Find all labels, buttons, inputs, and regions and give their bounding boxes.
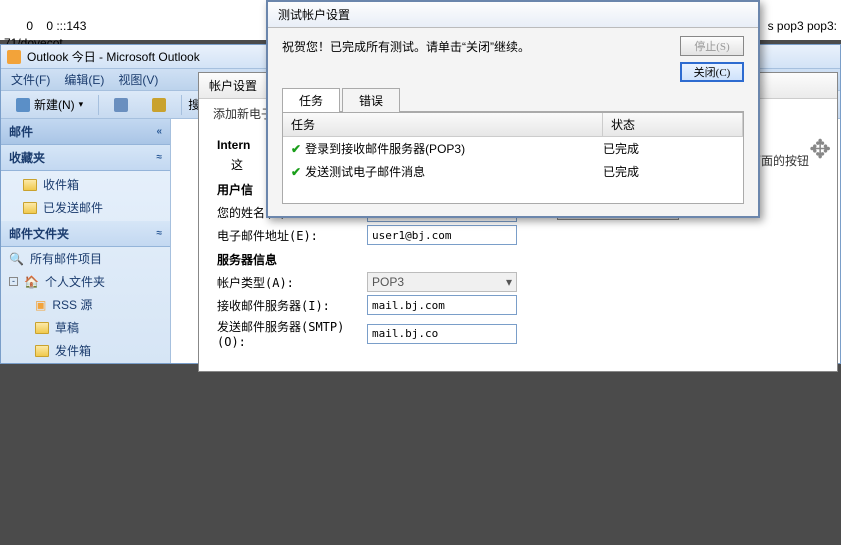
divider <box>98 95 99 115</box>
col-status: 状态 <box>603 113 743 136</box>
favorites-section: 收件箱 已发送邮件 <box>1 171 170 221</box>
outgoing-row: 发送邮件服务器(SMTP)(O): <box>217 318 819 349</box>
menu-edit[interactable]: 编辑(E) <box>64 71 104 88</box>
test-dialog-title: 测试帐户设置 <box>268 2 758 28</box>
success-message: 祝贺您！已完成所有测试。请单击“关闭”继续。 <box>282 38 744 55</box>
outlook-icon <box>7 50 21 64</box>
nav-sent[interactable]: 已发送邮件 <box>1 196 170 219</box>
tabs: 任务 错误 <box>282 87 744 112</box>
chevron-down-icon: ▾ <box>79 99 84 110</box>
divider <box>181 95 182 115</box>
dialog-buttons: 停止(S) 关闭(C) <box>680 36 744 82</box>
type-select[interactable]: POP3 ▾ <box>367 272 517 292</box>
home-icon: 🏠 <box>24 275 39 289</box>
email-row: 电子邮件地址(E): <box>217 225 819 245</box>
folder-icon <box>35 345 49 357</box>
chevron-icon: ≈ <box>157 228 163 239</box>
folder-icon <box>23 179 37 191</box>
task-table: 任务 状态 ✔ 登录到接收邮件服务器(POP3) 已完成 ✔ 发送测试电子邮件消息 … <box>282 112 744 204</box>
table-row: ✔ 发送测试电子邮件消息 已完成 <box>283 160 743 183</box>
chevron-icon: ≈ <box>157 152 163 163</box>
close-dialog-button[interactable]: 关闭(C) <box>680 62 744 82</box>
new-button[interactable]: 新建(N) ▾ <box>7 93 92 116</box>
search-icon: 🔍 <box>9 252 24 266</box>
nav-allitems[interactable]: 🔍 所有邮件项目 <box>1 247 170 270</box>
folder-icon <box>35 322 49 334</box>
status-cell: 已完成 <box>599 139 739 158</box>
type-row: 帐户类型(A): POP3 ▾ <box>217 272 819 292</box>
test-dialog-body: 祝贺您！已完成所有测试。请单击“关闭”继续。 停止(S) 关闭(C) 任务 错误… <box>268 28 758 216</box>
folder-icon <box>23 202 37 214</box>
tab-tasks[interactable]: 任务 <box>282 88 340 112</box>
table-header: 任务 状态 <box>283 113 743 137</box>
drafts-label: 草稿 <box>55 319 79 336</box>
term-right: s pop3 pop3: <box>768 18 837 34</box>
chevron-left-icon: « <box>156 126 162 137</box>
nav-outbox[interactable]: 发件箱 <box>1 339 170 362</box>
rss-icon: ▣ <box>35 298 46 312</box>
task-cell: ✔ 登录到接收邮件服务器(POP3) <box>287 139 599 158</box>
outbox-label: 发件箱 <box>55 342 91 359</box>
nav-drafts[interactable]: 草稿 <box>1 316 170 339</box>
task-cell: ✔ 发送测试电子邮件消息 <box>287 162 599 181</box>
check-icon: ✔ <box>291 165 301 179</box>
window-title: Outlook 今日 - Microsoft Outlook <box>27 48 200 65</box>
nav-inbox[interactable]: 收件箱 <box>1 173 170 196</box>
folders-label: 邮件文件夹 <box>9 225 69 242</box>
minus-icon[interactable]: - <box>9 277 18 286</box>
rss-label: RSS 源 <box>52 296 92 313</box>
test-account-dialog: 测试帐户设置 祝贺您！已完成所有测试。请单击“关闭”继续。 停止(S) 关闭(C… <box>266 0 760 218</box>
menu-view[interactable]: 视图(V) <box>118 71 158 88</box>
allitems-label: 所有邮件项目 <box>30 250 102 267</box>
incoming-input[interactable] <box>367 295 517 315</box>
print-button[interactable] <box>105 95 137 115</box>
sent-label: 已发送邮件 <box>43 199 103 216</box>
nav-personal[interactable]: - 🏠 个人文件夹 <box>1 270 170 293</box>
email-input[interactable] <box>367 225 517 245</box>
incoming-row: 接收邮件服务器(I): <box>217 295 819 315</box>
menu-file[interactable]: 文件(F) <box>11 71 50 88</box>
nav-pane: 邮件 « 收藏夹 ≈ 收件箱 已发送邮件 邮件文件夹 ≈ 🔍 所有邮件项目 - … <box>1 119 171 363</box>
mail-label: 邮件 <box>9 123 33 140</box>
tab-errors[interactable]: 错误 <box>342 88 400 112</box>
incoming-label: 接收邮件服务器(I): <box>217 297 367 314</box>
outgoing-label: 发送邮件服务器(SMTP)(O): <box>217 318 367 349</box>
status-cell: 已完成 <box>599 162 739 181</box>
nav-rss[interactable]: ▣ RSS 源 <box>1 293 170 316</box>
type-label: 帐户类型(A): <box>217 274 367 291</box>
cursor-icon: ✥ <box>809 134 831 165</box>
personal-label: 个人文件夹 <box>45 273 105 290</box>
outgoing-input[interactable] <box>367 324 517 344</box>
book-icon <box>152 98 166 112</box>
check-icon: ✔ <box>291 142 301 156</box>
server-info-header: 服务器信息 <box>217 251 819 268</box>
task2-label: 发送测试电子邮件消息 <box>305 165 425 179</box>
folders-header[interactable]: 邮件文件夹 ≈ <box>1 221 170 247</box>
type-value: POP3 <box>372 275 404 289</box>
favorites-header[interactable]: 收藏夹 ≈ <box>1 145 170 171</box>
table-row: ✔ 登录到接收邮件服务器(POP3) 已完成 <box>283 137 743 160</box>
new-icon <box>16 98 30 112</box>
col-task: 任务 <box>283 113 603 136</box>
inbox-label: 收件箱 <box>43 176 79 193</box>
chevron-down-icon: ▾ <box>506 275 512 289</box>
stop-button: 停止(S) <box>680 36 744 56</box>
task1-label: 登录到接收邮件服务器(POP3) <box>305 142 465 156</box>
mail-header[interactable]: 邮件 « <box>1 119 170 145</box>
book-button[interactable] <box>143 95 175 115</box>
print-icon <box>114 98 128 112</box>
email-label: 电子邮件地址(E): <box>217 227 367 244</box>
favorites-label: 收藏夹 <box>9 149 45 166</box>
new-label: 新建(N) <box>34 96 75 113</box>
